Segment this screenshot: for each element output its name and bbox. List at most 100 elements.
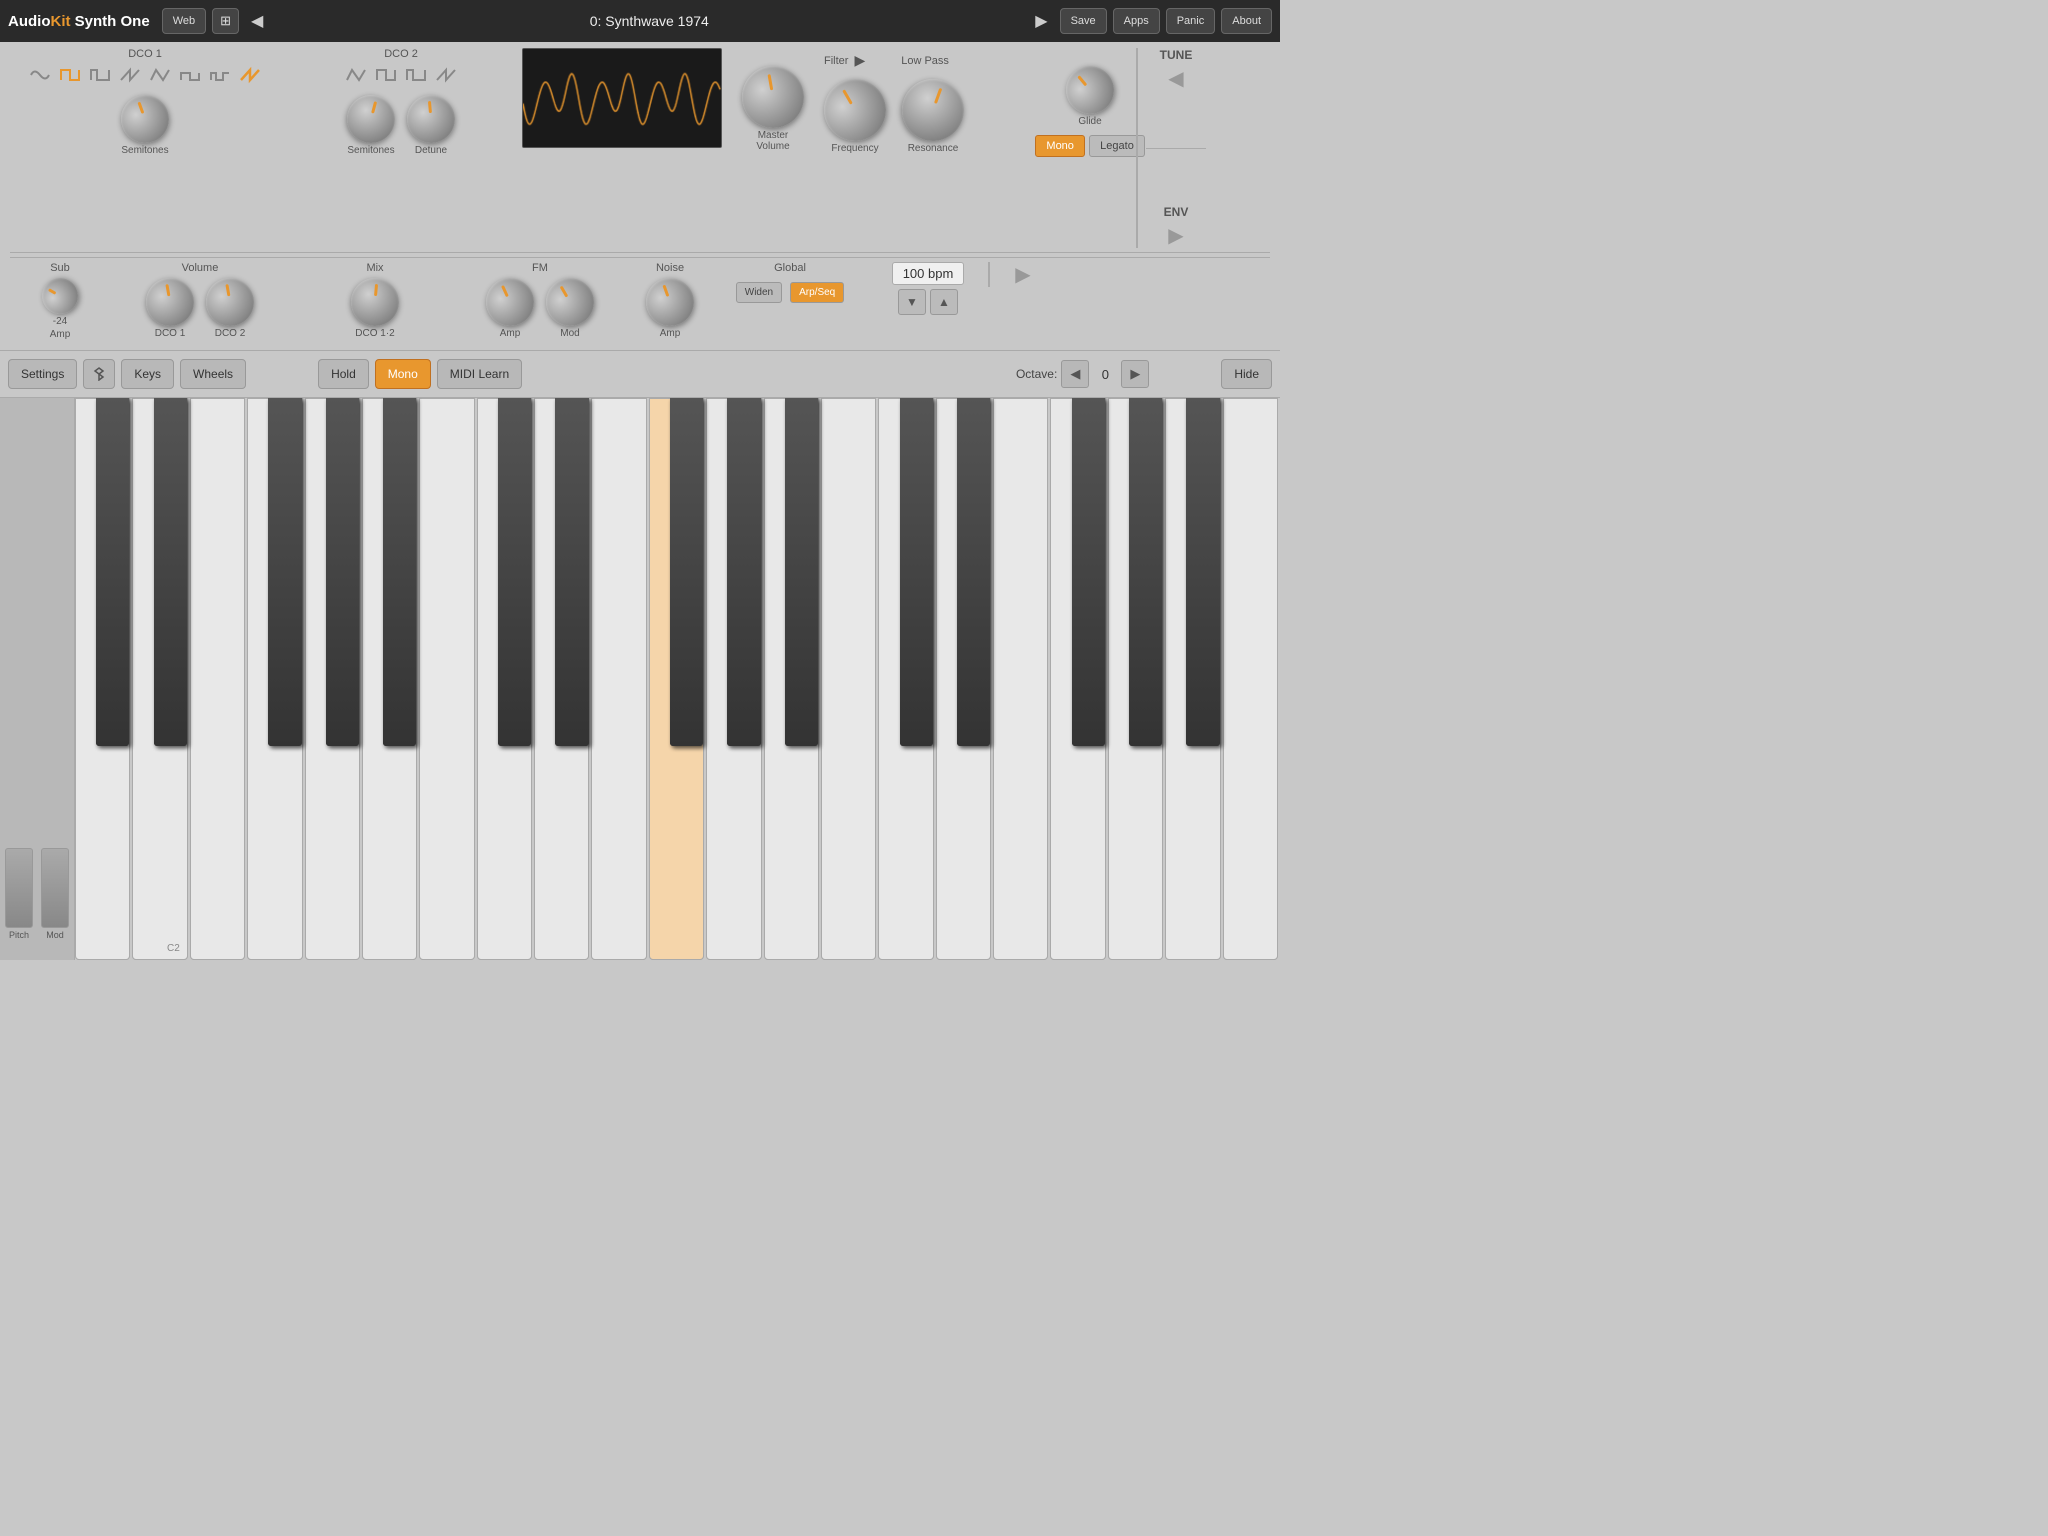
synth-panel: DCO 1 bbox=[0, 42, 1280, 350]
apps-button[interactable]: Apps bbox=[1113, 8, 1160, 34]
bpm-down-button[interactable]: ▼ bbox=[898, 289, 926, 315]
sub-label: Sub bbox=[50, 262, 70, 274]
fm-mod-knob: Mod bbox=[546, 278, 594, 339]
fm-amp-knob: Amp bbox=[486, 278, 534, 339]
sub-value: -24 bbox=[53, 316, 67, 327]
filter-play-button[interactable]: ▶ bbox=[854, 52, 865, 69]
dco1-wave-pulse2[interactable] bbox=[207, 64, 233, 89]
black-key[interactable] bbox=[670, 398, 703, 746]
dco1-wave-sqr2[interactable] bbox=[177, 64, 203, 89]
vol-dco2-control[interactable] bbox=[202, 274, 258, 330]
dco1-wave-pulse[interactable] bbox=[87, 64, 113, 89]
dco1-semitones-control[interactable] bbox=[114, 88, 176, 150]
c2-label: C2 bbox=[167, 943, 180, 954]
mono-legato-buttons: Mono Legato bbox=[1035, 135, 1145, 157]
sub-amp-control[interactable] bbox=[35, 271, 84, 320]
black-key[interactable] bbox=[785, 398, 818, 746]
glide-control[interactable] bbox=[1056, 56, 1124, 124]
hold-button[interactable]: Hold bbox=[318, 359, 369, 389]
volume-label: Volume bbox=[182, 262, 219, 274]
black-key[interactable] bbox=[957, 398, 990, 746]
midi-learn-button[interactable]: MIDI Learn bbox=[437, 359, 522, 389]
black-key[interactable] bbox=[96, 398, 129, 746]
white-key[interactable] bbox=[1223, 398, 1278, 960]
hide-button[interactable]: Hide bbox=[1221, 359, 1272, 389]
octave-up-button[interactable]: ▶ bbox=[1121, 360, 1149, 388]
mix-dco12-control[interactable] bbox=[349, 276, 401, 328]
env-bottom-arrow: ▶ bbox=[1015, 262, 1030, 287]
vol-dco1-label: DCO 1 bbox=[155, 328, 186, 339]
dco2-wave-sqr[interactable] bbox=[373, 64, 399, 89]
pitch-wheel-container: Pitch bbox=[5, 848, 33, 940]
filter-frequency-control[interactable] bbox=[813, 68, 898, 153]
dco2-wave-tri[interactable] bbox=[343, 64, 369, 89]
grid-icon-button[interactable]: ⊞ bbox=[212, 8, 239, 34]
fm-mod-control[interactable] bbox=[537, 269, 603, 335]
mod-wheel[interactable] bbox=[41, 848, 69, 928]
octave-value: 0 bbox=[1093, 367, 1117, 382]
about-button[interactable]: About bbox=[1221, 8, 1272, 34]
dco1-wave-saw2[interactable] bbox=[237, 64, 263, 89]
bpm-up-button[interactable]: ▲ bbox=[930, 289, 958, 315]
dco1-section: DCO 1 bbox=[10, 48, 280, 156]
white-key[interactable] bbox=[821, 398, 876, 960]
panic-button[interactable]: Panic bbox=[1166, 8, 1216, 34]
vol-dco1-control[interactable] bbox=[142, 274, 198, 330]
save-button[interactable]: Save bbox=[1060, 8, 1107, 34]
audio-text: Audio bbox=[8, 13, 51, 30]
noise-amp-control[interactable] bbox=[639, 271, 701, 333]
dco1-wave-sine[interactable] bbox=[27, 64, 53, 89]
pitch-label: Pitch bbox=[9, 930, 29, 940]
black-key[interactable] bbox=[727, 398, 760, 746]
tune-label: TUNE bbox=[1160, 48, 1193, 62]
black-key[interactable] bbox=[555, 398, 588, 746]
dco2-semitones-control[interactable] bbox=[342, 90, 401, 149]
vol-dco2-label: DCO 2 bbox=[215, 328, 246, 339]
dco2-waveforms bbox=[343, 64, 459, 89]
black-key[interactable] bbox=[900, 398, 933, 746]
wheels-button[interactable]: Wheels bbox=[180, 359, 246, 389]
white-key[interactable] bbox=[190, 398, 245, 960]
dco1-wave-saw[interactable] bbox=[117, 64, 143, 89]
dco2-detune-control[interactable] bbox=[405, 93, 457, 145]
prev-preset-button[interactable]: ◀ bbox=[245, 11, 269, 31]
black-key[interactable] bbox=[383, 398, 416, 746]
white-key[interactable] bbox=[591, 398, 646, 960]
kit-text: Kit bbox=[51, 13, 71, 30]
web-button[interactable]: Web bbox=[162, 8, 206, 34]
filter-frequency-knob: Frequency bbox=[824, 79, 886, 154]
dco2-wave-pulse[interactable] bbox=[403, 64, 429, 89]
dco1-wave-tri[interactable] bbox=[147, 64, 173, 89]
mono-ctrl-button[interactable]: Mono bbox=[375, 359, 431, 389]
black-key[interactable] bbox=[326, 398, 359, 746]
dco1-wave-square[interactable] bbox=[57, 64, 83, 89]
black-key[interactable] bbox=[498, 398, 531, 746]
filter-section: Filter ▶ Low Pass Frequency Resonance bbox=[824, 48, 1044, 154]
master-volume-label: Master Volume bbox=[756, 130, 789, 152]
fm-mod-label: Mod bbox=[560, 328, 579, 339]
piano-keys: C2 bbox=[75, 398, 1280, 960]
white-key[interactable] bbox=[993, 398, 1048, 960]
mono-button[interactable]: Mono bbox=[1035, 135, 1085, 157]
white-key[interactable] bbox=[419, 398, 474, 960]
pitch-wheel[interactable] bbox=[5, 848, 33, 928]
keys-button[interactable]: Keys bbox=[121, 359, 174, 389]
wheels-row: Pitch Mod bbox=[5, 848, 69, 940]
widen-button[interactable]: Widen bbox=[736, 282, 782, 303]
octave-down-button[interactable]: ◀ bbox=[1061, 360, 1089, 388]
black-key[interactable] bbox=[154, 398, 187, 746]
noise-knob: Amp bbox=[646, 278, 694, 339]
next-preset-button[interactable]: ▶ bbox=[1029, 11, 1053, 31]
master-volume-knob: Master Volume bbox=[742, 66, 804, 152]
dco2-wave-saw[interactable] bbox=[433, 64, 459, 89]
arpseq-button[interactable]: Arp/Seq bbox=[790, 282, 844, 303]
black-key[interactable] bbox=[268, 398, 301, 746]
black-key[interactable] bbox=[1129, 398, 1162, 746]
black-key[interactable] bbox=[1072, 398, 1105, 746]
master-volume-control[interactable] bbox=[737, 61, 809, 133]
settings-button[interactable]: Settings bbox=[8, 359, 77, 389]
fm-amp-control[interactable] bbox=[478, 270, 542, 334]
bluetooth-button[interactable] bbox=[83, 359, 115, 389]
filter-resonance-control[interactable] bbox=[893, 70, 972, 149]
black-key[interactable] bbox=[1186, 398, 1219, 746]
